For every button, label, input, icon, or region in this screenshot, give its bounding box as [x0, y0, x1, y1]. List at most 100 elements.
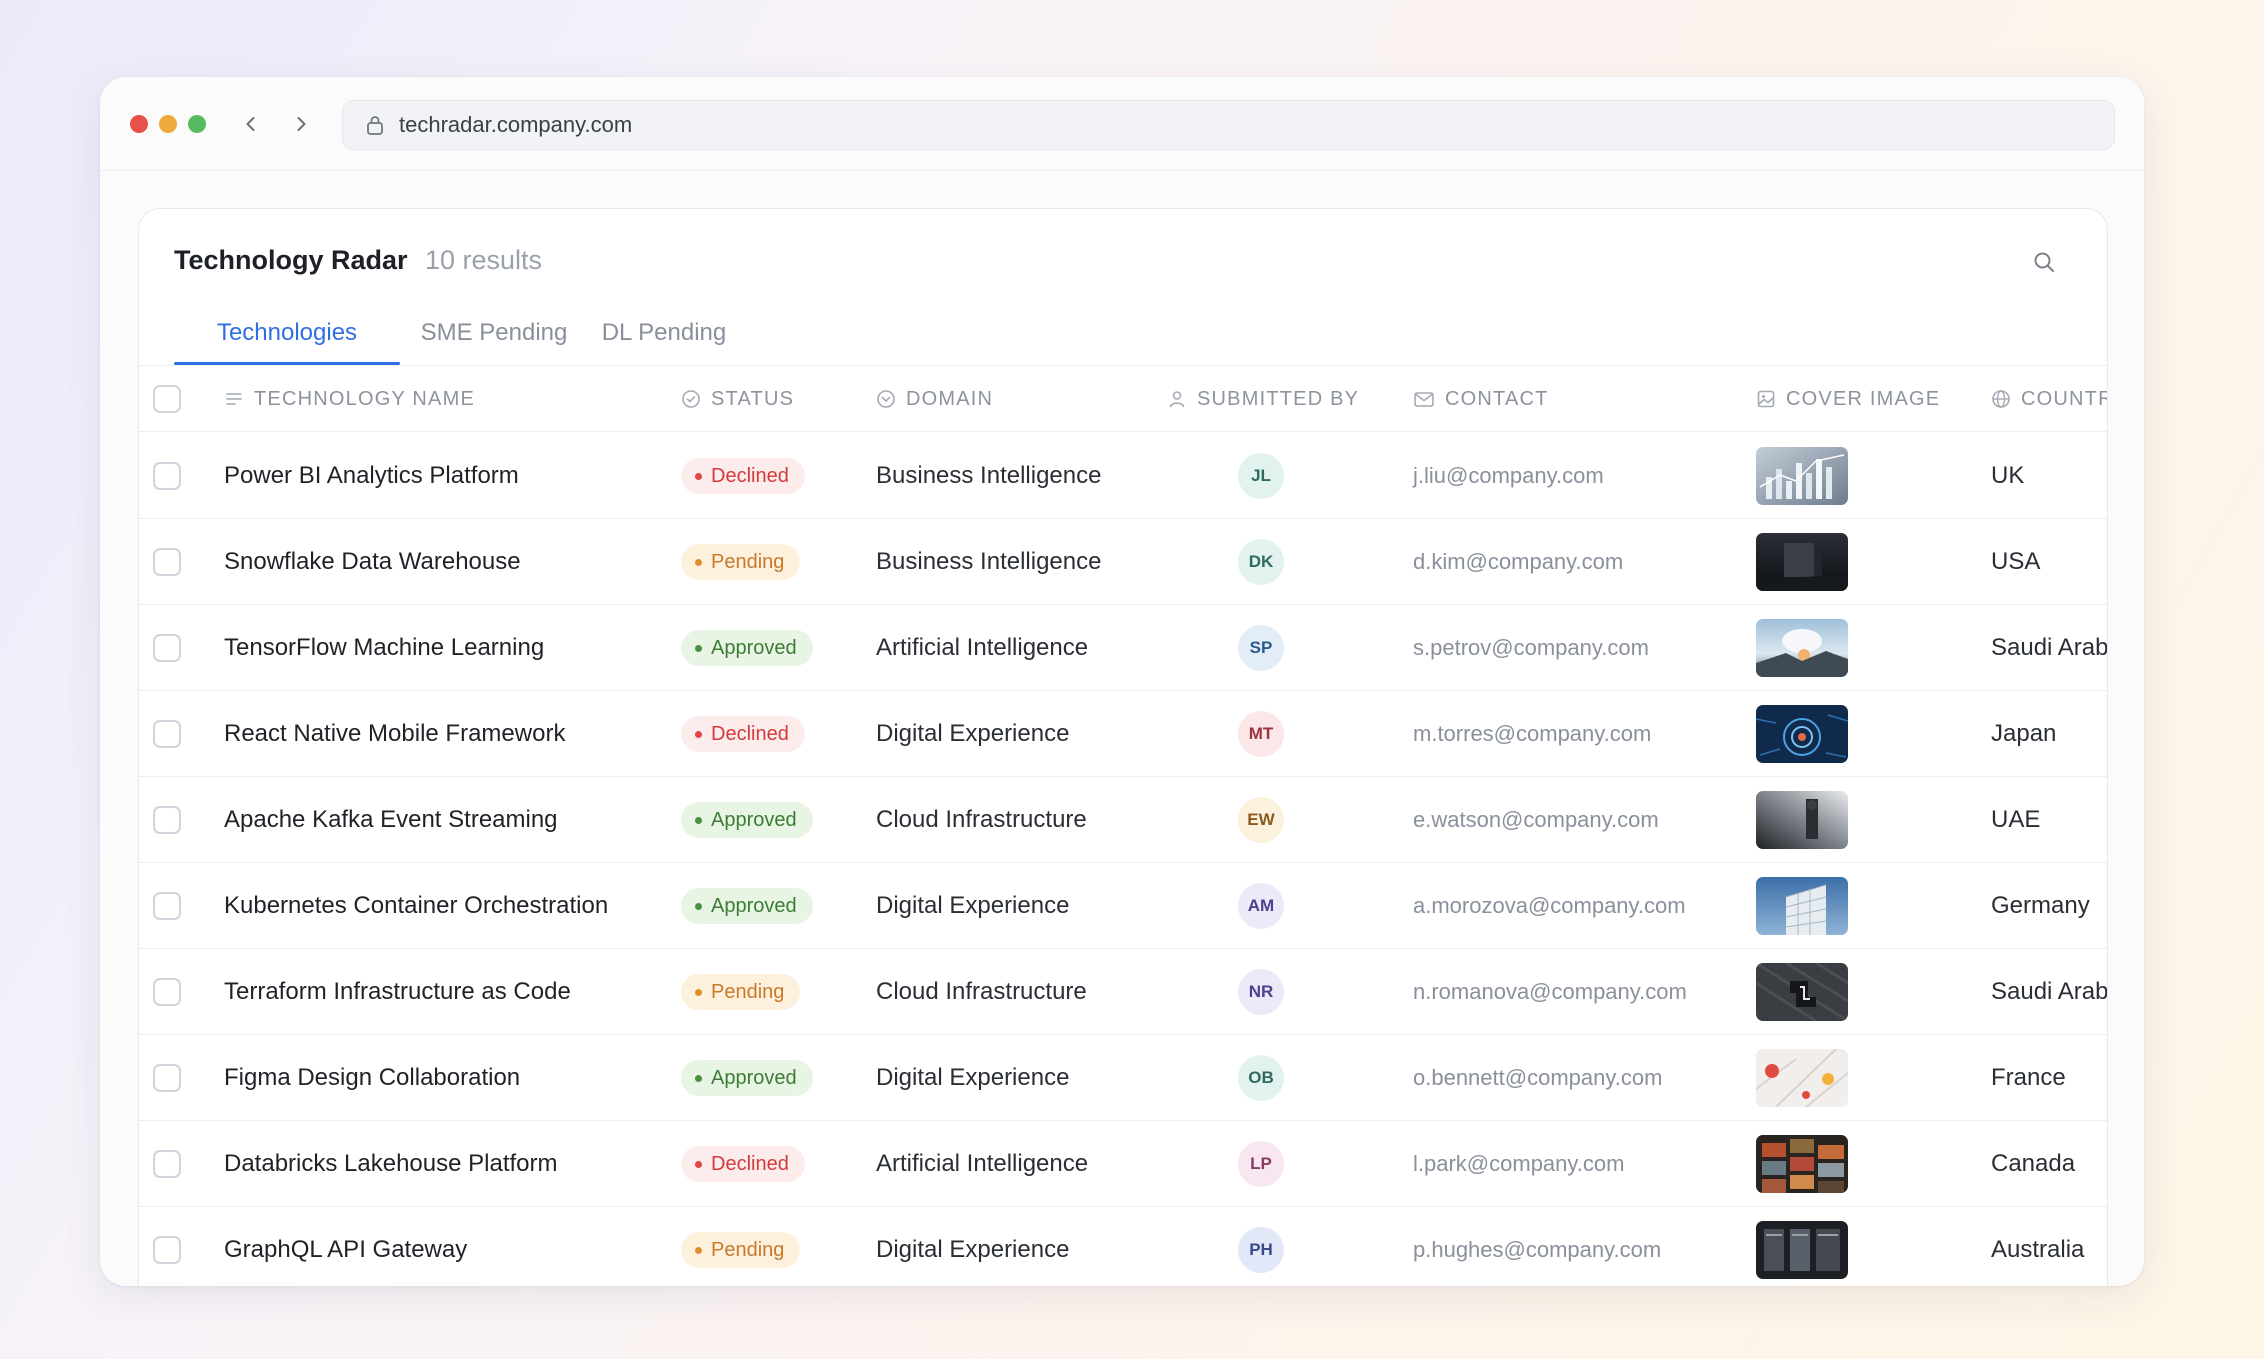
column-header-domain[interactable]: DOMAIN [876, 366, 993, 432]
tab-technologies[interactable]: Technologies [174, 309, 400, 365]
table-row[interactable]: Snowflake Data Warehouse Pending Busines… [139, 519, 2107, 605]
avatar: EW [1238, 797, 1284, 843]
cover-image[interactable] [1756, 447, 1848, 505]
lock-icon [365, 114, 387, 136]
table-row[interactable]: GraphQL API Gateway Pending Digital Expe… [139, 1207, 2107, 1286]
country-label: UK [1991, 462, 2025, 489]
contact-email[interactable]: a.morozova@company.com [1413, 863, 1686, 949]
contact-email[interactable]: m.torres@company.com [1413, 691, 1651, 777]
status-badge: Approved [681, 888, 813, 924]
avatar: AM [1238, 883, 1284, 929]
search-button[interactable] [2029, 247, 2059, 277]
chevron-right-icon [297, 117, 306, 131]
column-header-technology-name[interactable]: TECHNOLOGY NAME [224, 366, 475, 432]
row-checkbox[interactable] [153, 892, 181, 920]
technology-name[interactable]: TensorFlow Machine Learning [224, 605, 544, 691]
table-row[interactable]: Terraform Infrastructure as Code Pending… [139, 949, 2107, 1035]
table-row[interactable]: Databricks Lakehouse Platform Declined A… [139, 1121, 2107, 1207]
select-all-checkbox[interactable] [153, 385, 181, 413]
status-badge: Declined [681, 1146, 805, 1182]
technology-name[interactable]: Databricks Lakehouse Platform [224, 1121, 558, 1207]
check-circle-icon [682, 390, 700, 408]
table-row[interactable]: React Native Mobile Framework Declined D… [139, 691, 2107, 777]
column-header-submitted-by[interactable]: SUBMITTED BY [1167, 366, 1359, 432]
browser-titlebar: techradar.company.com [100, 77, 2144, 171]
contact-email[interactable]: d.kim@company.com [1413, 519, 1623, 605]
cover-image[interactable] [1756, 533, 1848, 591]
domain-label: Digital Experience [876, 720, 1070, 747]
contact-email[interactable]: s.petrov@company.com [1413, 605, 1649, 691]
back-button[interactable] [234, 107, 268, 141]
country-label: UAE [1991, 806, 2041, 833]
contact-email[interactable]: o.bennett@company.com [1413, 1035, 1662, 1121]
close-window-button[interactable] [130, 115, 148, 133]
row-checkbox[interactable] [153, 634, 181, 662]
table-row[interactable]: Power BI Analytics Platform Declined Bus… [139, 433, 2107, 519]
user-icon [1169, 391, 1185, 408]
contact-email[interactable]: n.romanova@company.com [1413, 949, 1687, 1035]
domain-label: Digital Experience [876, 892, 1070, 919]
row-checkbox[interactable] [153, 978, 181, 1006]
domain-label: Artificial Intelligence [876, 634, 1089, 661]
status-badge: Declined [681, 716, 805, 752]
column-header-contact[interactable]: CONTACT [1413, 366, 1549, 432]
contact-email[interactable]: j.liu@company.com [1413, 433, 1604, 519]
cover-image[interactable] [1756, 705, 1848, 763]
technology-name[interactable]: React Native Mobile Framework [224, 691, 565, 777]
status-badge: Declined [681, 458, 805, 494]
column-header-cover-image[interactable]: COVER IMAGE [1756, 366, 1940, 432]
cover-image[interactable] [1756, 619, 1848, 677]
technology-name[interactable]: Snowflake Data Warehouse [224, 519, 521, 605]
minimize-window-button[interactable] [159, 115, 177, 133]
avatar: NR [1238, 969, 1284, 1015]
table-row[interactable]: Apache Kafka Event Streaming Approved Cl… [139, 777, 2107, 863]
mail-icon [1414, 392, 1434, 407]
address-url: techradar.company.com [399, 112, 633, 137]
results-count: 10 results [425, 245, 543, 275]
country-label: Saudi Arab [1991, 634, 2108, 661]
column-header-country[interactable]: COUNTR [1991, 366, 2107, 432]
contact-email[interactable]: l.park@company.com [1413, 1121, 1624, 1207]
tab-sme-pending[interactable]: SME Pending [414, 309, 574, 365]
cover-image[interactable] [1756, 1221, 1848, 1279]
country-label: Australia [1991, 1236, 2085, 1263]
technology-table-card: Technology Radar 10 results Technologies… [138, 208, 2108, 1286]
row-checkbox[interactable] [153, 1064, 181, 1092]
column-header-status[interactable]: STATUS [681, 366, 794, 432]
technology-name[interactable]: GraphQL API Gateway [224, 1207, 467, 1286]
domain-label: Digital Experience [876, 1236, 1070, 1263]
technology-name[interactable]: Power BI Analytics Platform [224, 433, 519, 519]
technology-name[interactable]: Apache Kafka Event Streaming [224, 777, 558, 863]
maximize-window-button[interactable] [188, 115, 206, 133]
tab-dl-pending[interactable]: DL Pending [594, 309, 734, 365]
image-icon [1757, 390, 1775, 408]
chevron-circle-icon [877, 390, 895, 408]
cover-image[interactable] [1756, 877, 1848, 935]
domain-label: Business Intelligence [876, 548, 1102, 575]
contact-email[interactable]: p.hughes@company.com [1413, 1207, 1661, 1286]
row-checkbox[interactable] [153, 548, 181, 576]
forward-button[interactable] [284, 107, 318, 141]
table-header: TECHNOLOGY NAME STATUS DOMAIN SUBMITTED … [139, 366, 2107, 432]
cover-image[interactable] [1756, 791, 1848, 849]
row-checkbox[interactable] [153, 1236, 181, 1264]
row-checkbox[interactable] [153, 462, 181, 490]
technology-name[interactable]: Figma Design Collaboration [224, 1035, 520, 1121]
table-row[interactable]: Figma Design Collaboration Approved Digi… [139, 1035, 2107, 1121]
technology-name[interactable]: Terraform Infrastructure as Code [224, 949, 571, 1035]
country-label: Japan [1991, 720, 2057, 747]
avatar: SP [1238, 625, 1284, 671]
row-checkbox[interactable] [153, 806, 181, 834]
cover-image[interactable] [1756, 963, 1848, 1021]
address-bar[interactable]: techradar.company.com [342, 100, 2115, 150]
table-row[interactable]: TensorFlow Machine Learning Approved Art… [139, 605, 2107, 691]
row-checkbox[interactable] [153, 1150, 181, 1178]
table-row[interactable]: Kubernetes Container Orchestration Appro… [139, 863, 2107, 949]
cover-image[interactable] [1756, 1049, 1848, 1107]
cover-image[interactable] [1756, 1135, 1848, 1193]
row-checkbox[interactable] [153, 720, 181, 748]
domain-label: Cloud Infrastructure [876, 978, 1087, 1005]
contact-email[interactable]: e.watson@company.com [1413, 777, 1659, 863]
country-label: Saudi Arab [1991, 978, 2108, 1005]
technology-name[interactable]: Kubernetes Container Orchestration [224, 863, 608, 949]
